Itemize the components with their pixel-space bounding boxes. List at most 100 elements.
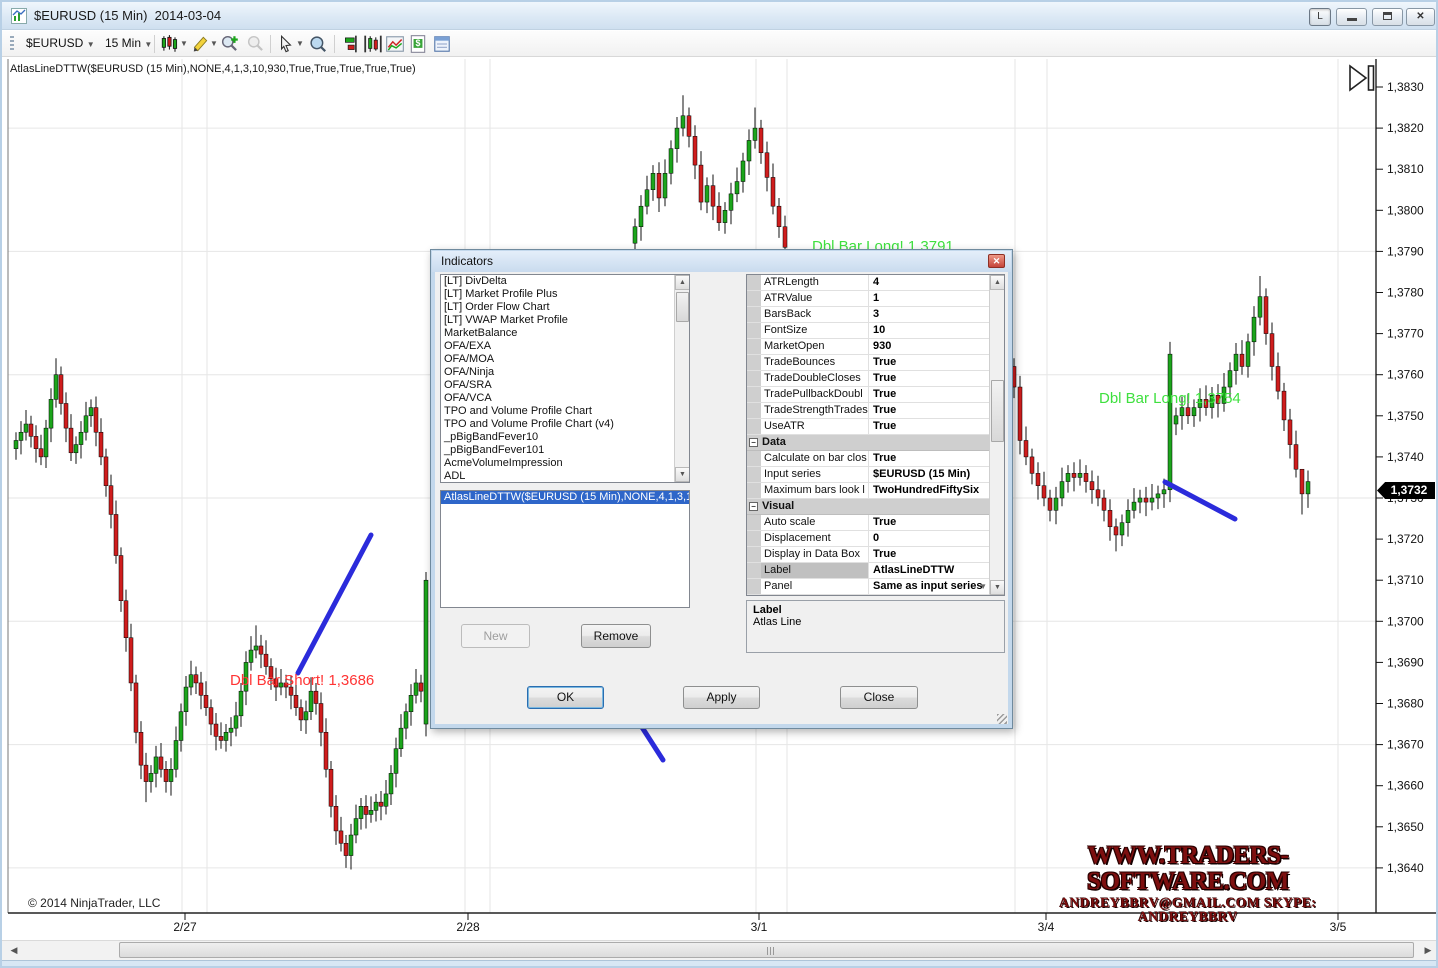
property-row[interactable]: TradeBouncesTrue — [747, 355, 989, 371]
collapse-icon[interactable]: − — [749, 502, 758, 511]
toolbar-grip[interactable] — [10, 36, 14, 52]
property-value[interactable]: True — [869, 371, 989, 386]
indicator-list-item[interactable]: MarketBalance — [441, 327, 674, 340]
property-value[interactable]: True — [869, 403, 989, 418]
chevron-down-icon[interactable]: ▼ — [979, 579, 987, 594]
property-value[interactable]: 3 — [869, 307, 989, 322]
property-row[interactable]: Auto scaleTrue — [747, 515, 989, 531]
resize-grip[interactable] — [997, 714, 1007, 724]
scroll-down-arrow[interactable]: ▼ — [675, 467, 690, 482]
reload-bars-icon[interactable] — [342, 34, 362, 54]
scroll-up-arrow[interactable]: ▲ — [990, 275, 1005, 290]
property-row[interactable]: ATRLength4 — [747, 275, 989, 291]
property-row[interactable]: Maximum bars look lTwoHundredFiftySix — [747, 483, 989, 499]
indicator-list-item[interactable]: [LT] VWAP Market Profile — [441, 314, 674, 327]
property-row[interactable]: TradePullbackDoublTrue — [747, 387, 989, 403]
dialog-close-action-button[interactable]: Close — [840, 686, 918, 709]
indicator-list-item[interactable]: OFA/VCA — [441, 392, 674, 405]
symbol-dropdown[interactable]: $EURUSD ▼ — [26, 36, 95, 50]
collapse-icon[interactable]: − — [749, 438, 758, 447]
restore-button[interactable] — [1372, 8, 1403, 26]
property-row[interactable]: TradeStrengthTradesTrue — [747, 403, 989, 419]
available-indicators-list[interactable]: [LT] DivDelta[LT] Market Profile Plus[LT… — [440, 274, 690, 483]
property-value[interactable]: $EURUSD (15 Min) — [869, 467, 989, 482]
go-to-last-bar-icon[interactable] — [1346, 63, 1378, 95]
property-row[interactable]: MarketOpen930 — [747, 339, 989, 355]
grid-scrollbar[interactable]: ▲ ▼ — [989, 275, 1004, 595]
property-value[interactable]: 4 — [869, 275, 989, 290]
close-window-button[interactable]: ✕ — [1406, 8, 1435, 26]
window-titlebar[interactable]: $EURUSD (15 Min) 2014-03-04 L ✕ — [2, 2, 1436, 30]
property-value[interactable]: 1 — [869, 291, 989, 306]
property-category-row[interactable]: −Visual — [747, 499, 989, 515]
period-dropdown[interactable]: 15 Min ▼ — [105, 36, 152, 50]
indicator-list-item[interactable]: [LT] Market Profile Plus — [441, 288, 674, 301]
configured-indicator-item[interactable]: AtlasLineDTTW($EURUSD (15 Min),NONE,4,1,… — [441, 491, 689, 504]
property-row[interactable]: Calculate on bar closTrue — [747, 451, 989, 467]
new-button[interactable]: New — [461, 624, 530, 648]
property-row[interactable]: TradeDoubleClosesTrue — [747, 371, 989, 387]
indicator-list-item[interactable]: OFA/EXA — [441, 340, 674, 353]
property-category-row[interactable]: −Data — [747, 435, 989, 451]
property-value[interactable]: AtlasLineDTTW — [869, 563, 989, 578]
indicator-list-item[interactable]: OFA/SRA — [441, 379, 674, 392]
chevron-down-icon[interactable]: ▼ — [296, 39, 304, 48]
property-value[interactable]: 930 — [869, 339, 989, 354]
property-value[interactable]: True — [869, 451, 989, 466]
indicator-list-item[interactable]: TPO and Volume Profile Chart — [441, 405, 674, 418]
remove-button[interactable]: Remove — [581, 624, 651, 648]
ok-button[interactable]: OK — [527, 686, 604, 709]
zoom-in-icon[interactable] — [220, 34, 240, 54]
pointer-icon[interactable] — [276, 34, 296, 54]
property-row[interactable]: Input series$EURUSD (15 Min) — [747, 467, 989, 483]
property-value[interactable]: 10 — [869, 323, 989, 338]
property-value[interactable]: True — [869, 547, 989, 562]
properties-icon[interactable] — [432, 34, 452, 54]
property-value[interactable]: TwoHundredFiftySix — [869, 483, 989, 498]
indicator-list-item[interactable]: OFA/Ninja — [441, 366, 674, 379]
indicator-list-item[interactable]: ADL — [441, 470, 674, 483]
property-row[interactable]: Display in Data BoxTrue — [747, 547, 989, 563]
property-value[interactable]: 0 — [869, 531, 989, 546]
indicator-list-item[interactable]: _pBigBandFever10 — [441, 431, 674, 444]
indicator-list-item[interactable]: _pBigBandFever101 — [441, 444, 674, 457]
strategies-icon[interactable]: $ — [408, 34, 428, 54]
property-value[interactable]: True — [869, 387, 989, 402]
property-row[interactable]: FontSize10 — [747, 323, 989, 339]
property-row[interactable]: UseATRTrue — [747, 419, 989, 435]
scroll-right-arrow[interactable]: ▶ — [1420, 942, 1436, 958]
property-row[interactable]: BarsBack3 — [747, 307, 989, 323]
data-box-icon[interactable] — [308, 34, 328, 54]
minimize-button[interactable] — [1336, 8, 1367, 26]
indicator-list-item[interactable]: TPO and Volume Profile Chart (v4) — [441, 418, 674, 431]
chevron-down-icon[interactable]: ▼ — [180, 39, 188, 48]
chart-trader-icon[interactable] — [363, 34, 383, 54]
property-row[interactable]: PanelSame as input series▼ — [747, 579, 989, 595]
property-value[interactable]: Same as input series▼ — [869, 579, 989, 594]
property-row[interactable]: ATRValue1 — [747, 291, 989, 307]
dialog-titlebar[interactable]: Indicators — [432, 251, 1011, 272]
property-value[interactable]: True — [869, 419, 989, 434]
scroll-up-arrow[interactable]: ▲ — [675, 275, 690, 290]
chevron-down-icon[interactable]: ▼ — [210, 39, 218, 48]
apply-button[interactable]: Apply — [683, 686, 760, 709]
scroll-left-arrow[interactable]: ◀ — [6, 942, 22, 958]
property-value[interactable]: True — [869, 355, 989, 370]
dialog-close-button[interactable]: ✕ — [988, 254, 1005, 268]
property-grid[interactable]: ATRLength4ATRValue1BarsBack3FontSize10Ma… — [746, 274, 1005, 596]
property-row[interactable]: LabelAtlasLineDTTW — [747, 563, 989, 579]
indicator-list-item[interactable]: [LT] DivDelta — [441, 275, 674, 288]
configured-indicators-list[interactable]: AtlasLineDTTW($EURUSD (15 Min),NONE,4,1,… — [440, 490, 690, 608]
scrollbar-thumb[interactable] — [119, 942, 1414, 958]
indicator-list-item[interactable]: [LT] Order Flow Chart — [441, 301, 674, 314]
draw-pencil-icon[interactable] — [190, 34, 210, 54]
indicator-list-item[interactable]: AcmeVolumeImpression — [441, 457, 674, 470]
property-row[interactable]: Displacement0 — [747, 531, 989, 547]
bar-type-icon[interactable] — [160, 34, 180, 54]
list-scrollbar[interactable]: ▲ ▼ — [674, 275, 689, 482]
scrollbar-thumb[interactable] — [676, 292, 689, 322]
indicator-list-item[interactable]: OFA/MOA — [441, 353, 674, 366]
indicators-icon[interactable] — [385, 34, 405, 54]
property-value[interactable]: True — [869, 515, 989, 530]
link-button[interactable]: L — [1309, 8, 1331, 26]
